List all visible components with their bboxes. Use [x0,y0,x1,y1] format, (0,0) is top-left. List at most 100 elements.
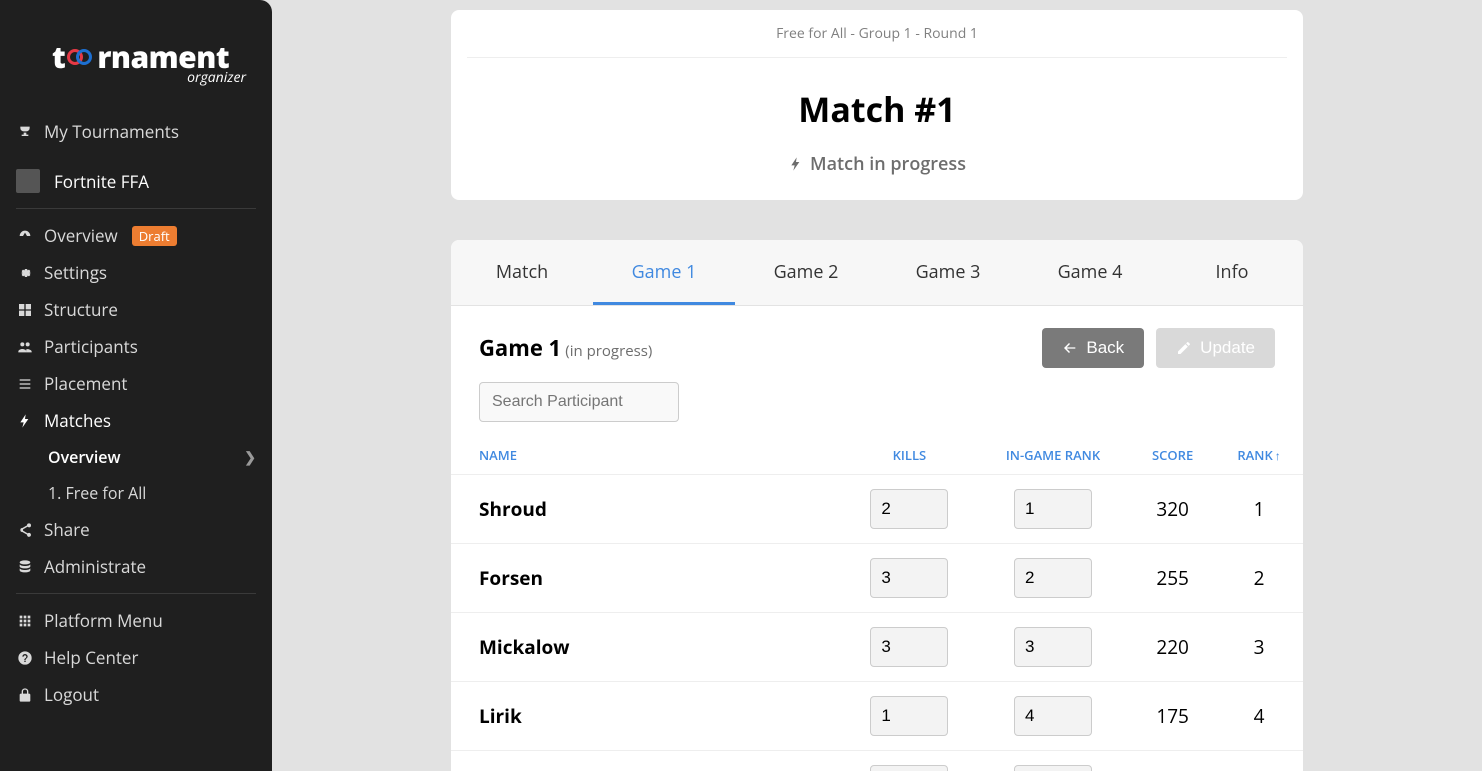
table-row: Lirik 1754 [451,682,1303,751]
sidebar-item-label: Platform Menu [44,609,163,632]
sidebar-item-settings[interactable]: Settings [16,254,256,291]
col-name[interactable]: NAME [451,436,843,475]
cell-name: Mickalow [451,613,843,682]
sidebar-sub-label: Overview [48,446,121,468]
match-header-card: Free for All - Group 1 - Round 1 Match #… [451,10,1303,200]
sidebar-item-label: Help Center [44,646,138,669]
tabs: Match Game 1 Game 2 Game 3 Game 4 Info [451,240,1303,306]
ingame-rank-input[interactable] [1014,696,1092,736]
ingame-rank-input[interactable] [1014,765,1092,771]
cell-rank: 1 [1215,475,1303,544]
apps-icon [16,611,34,630]
cell-name: Lirik [451,682,843,751]
kills-input[interactable] [870,489,948,529]
sidebar-item-label: Settings [44,261,107,284]
sidebar-item-matches[interactable]: Matches [16,402,256,439]
kills-input[interactable] [870,696,948,736]
arrow-left-icon [1062,340,1078,356]
tab-game-2[interactable]: Game 2 [735,240,877,305]
sidebar: t rnament organizer My Tournaments Fortn… [0,0,272,771]
sort-asc-icon: ↑ [1275,447,1281,464]
kills-input[interactable] [870,627,948,667]
sidebar-section-footer: Platform Menu Help Center Logout [16,594,256,721]
bolt-icon [788,156,804,172]
ingame-rank-input[interactable] [1014,489,1092,529]
cell-score: 255 [1130,544,1215,613]
sidebar-item-help[interactable]: Help Center [16,639,256,676]
panel-title: Game 1 [479,333,561,363]
match-status: Match in progress [451,152,1303,176]
cell-name: Shroud [451,475,843,544]
cell-name: Forsen [451,544,843,613]
kills-input[interactable] [870,558,948,598]
sidebar-item-participants[interactable]: Participants [16,328,256,365]
gear-icon [16,263,34,282]
tab-info[interactable]: Info [1161,240,1303,305]
match-status-text: Match in progress [810,152,966,176]
sidebar-item-placement[interactable]: Placement [16,365,256,402]
sidebar-item-my-tournaments[interactable]: My Tournaments [16,113,256,150]
ingame-rank-input[interactable] [1014,558,1092,598]
table-row: Forsen2552 [451,544,1303,613]
sidebar-item-platform-menu[interactable]: Platform Menu [16,602,256,639]
chevron-right-icon: ❯ [244,448,256,467]
tournament-thumb-icon [16,169,40,193]
update-button-label: Update [1200,338,1255,358]
col-rank-label: RANK [1237,446,1272,464]
sidebar-item-label: Structure [44,298,118,321]
back-button[interactable]: Back [1042,328,1144,368]
cell-rank: 4 [1215,682,1303,751]
draft-badge: Draft [132,226,177,246]
content-column: Free for All - Group 1 - Round 1 Match #… [451,0,1303,741]
kills-input[interactable] [870,765,948,771]
panel-title-wrap: Game 1 (in progress) [479,333,652,363]
sidebar-tournament-name: Fortnite FFA [54,170,149,193]
sidebar-sub-overview[interactable]: Overview ❯ [16,439,256,475]
sidebar-item-label: Logout [44,683,99,706]
cell-igrank [976,475,1130,544]
table-row: Shroud3201 [451,475,1303,544]
col-kills[interactable]: KILLS [843,436,976,475]
pencil-icon [1176,340,1192,356]
sidebar-item-share[interactable]: Share [16,511,256,548]
cell-igrank [976,613,1130,682]
sidebar-item-label: My Tournaments [44,120,179,143]
database-icon [16,557,34,576]
ingame-rank-input[interactable] [1014,627,1092,667]
cell-score: 220 [1130,613,1215,682]
panel-head: Game 1 (in progress) Back Update [451,306,1303,368]
tab-game-4[interactable]: Game 4 [1019,240,1161,305]
search-wrap [451,368,1303,436]
trophy-icon [16,122,34,141]
sidebar-item-administrate[interactable]: Administrate [16,548,256,585]
col-ingame-rank[interactable]: IN-GAME RANK [976,436,1130,475]
col-score[interactable]: SCORE [1130,436,1215,475]
search-participant-input[interactable] [479,382,679,422]
sidebar-item-label: Participants [44,335,138,358]
sidebar-item-label: Placement [44,372,127,395]
sidebar-sub-label: 1. Free for All [48,482,146,504]
main-content: Free for All - Group 1 - Round 1 Match #… [272,0,1482,771]
sidebar-item-logout[interactable]: Logout [16,676,256,713]
panel-subtitle: (in progress) [565,341,652,361]
tab-game-3[interactable]: Game 3 [877,240,1019,305]
lock-icon [16,685,34,704]
bolt-icon [16,411,34,430]
tab-match[interactable]: Match [451,240,593,305]
sidebar-item-tournament[interactable]: Fortnite FFA [16,162,256,200]
tab-game-1[interactable]: Game 1 [593,240,735,305]
dashboard-icon [16,226,34,245]
col-rank[interactable]: RANK↑ [1215,436,1303,475]
sidebar-sub-ffa[interactable]: 1. Free for All [16,475,256,511]
cell-score: 145 [1130,751,1215,771]
sidebar-item-structure[interactable]: Structure [16,291,256,328]
sidebar-item-label: Matches [44,409,111,432]
participants-table: NAME KILLS IN-GAME RANK SCORE RANK↑ Shro… [451,436,1303,771]
update-button[interactable]: Update [1156,328,1275,368]
cell-igrank [976,751,1130,771]
sidebar-item-overview[interactable]: Overview Draft [16,217,256,254]
cell-kills [843,613,976,682]
grid-icon [16,300,34,319]
logo: t rnament organizer [0,20,272,105]
cell-score: 175 [1130,682,1215,751]
